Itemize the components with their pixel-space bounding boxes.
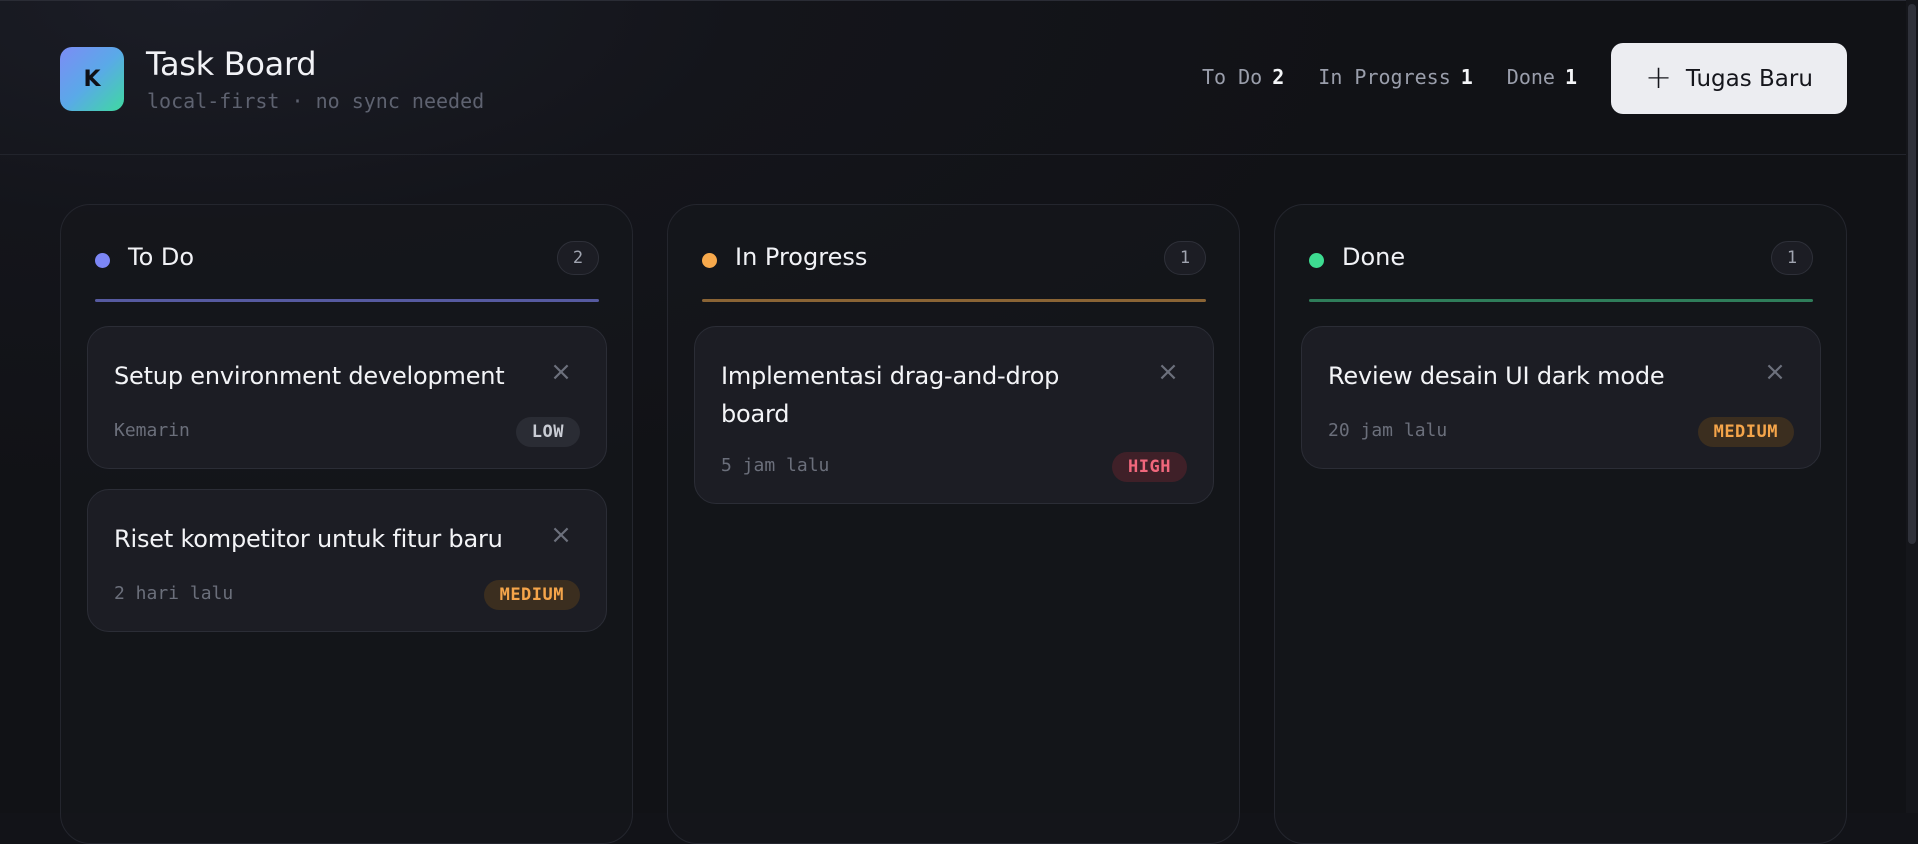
new-task-label: Tugas Baru bbox=[1685, 65, 1813, 92]
task-card[interactable]: Setup environment development × Kemarin … bbox=[87, 326, 607, 469]
column-divider bbox=[1309, 299, 1813, 302]
column-divider bbox=[702, 299, 1206, 302]
task-card[interactable]: Riset kompetitor untuk fitur baru × 2 ha… bbox=[87, 489, 607, 632]
stat-done: Done 1 bbox=[1507, 65, 1577, 89]
task-title: Setup environment development bbox=[114, 362, 505, 390]
task-title: Review desain UI dark mode bbox=[1328, 362, 1665, 390]
column-header: In Progress 1 bbox=[702, 241, 1206, 301]
stat-count: 1 bbox=[1460, 65, 1473, 89]
column-done: Done 1 Review desain UI dark mode × 20 j… bbox=[1274, 204, 1847, 844]
column-count-badge: 1 bbox=[1164, 241, 1206, 275]
column-title: Done bbox=[1342, 243, 1406, 271]
column-divider bbox=[95, 299, 599, 302]
app-logo: K bbox=[60, 47, 124, 111]
status-summary: To Do 2 In Progress 1 Done 1 bbox=[1202, 65, 1577, 89]
status-dot bbox=[95, 253, 110, 268]
stat-count: 2 bbox=[1272, 65, 1285, 89]
column-todo: To Do 2 Setup environment development × … bbox=[60, 204, 633, 844]
column-title: To Do bbox=[128, 243, 195, 271]
stat-in-progress: In Progress 1 bbox=[1318, 65, 1473, 89]
new-task-button[interactable]: + Tugas Baru bbox=[1611, 43, 1847, 114]
task-time: 20 jam lalu bbox=[1328, 420, 1448, 441]
stat-label: To Do bbox=[1202, 65, 1263, 89]
column-count-badge: 2 bbox=[557, 241, 599, 275]
app-header: K Task Board local-first · no sync neede… bbox=[0, 0, 1918, 155]
column-count-badge: 1 bbox=[1771, 241, 1813, 275]
task-time: Kemarin bbox=[114, 420, 190, 441]
priority-badge: MEDIUM bbox=[1697, 417, 1794, 447]
stat-todo: To Do 2 bbox=[1202, 65, 1284, 89]
app-subtitle: local-first · no sync needed bbox=[147, 89, 485, 113]
task-card[interactable]: Implementasi drag-and-drop board × 5 jam… bbox=[694, 326, 1214, 504]
priority-badge: LOW bbox=[515, 417, 580, 447]
close-icon[interactable]: × bbox=[550, 359, 572, 385]
app-title: Task Board bbox=[146, 45, 317, 83]
page-scrollbar[interactable] bbox=[1906, 0, 1918, 813]
column-header: Done 1 bbox=[1309, 241, 1813, 301]
close-icon[interactable]: × bbox=[1157, 359, 1179, 385]
task-title: Riset kompetitor untuk fitur baru bbox=[114, 525, 503, 553]
task-card[interactable]: Review desain UI dark mode × 20 jam lalu… bbox=[1301, 326, 1821, 469]
priority-badge: HIGH bbox=[1112, 452, 1187, 482]
column-in-progress: In Progress 1 Implementasi drag-and-drop… bbox=[667, 204, 1240, 844]
priority-badge: MEDIUM bbox=[483, 580, 580, 610]
close-icon[interactable]: × bbox=[550, 522, 572, 548]
column-header: To Do 2 bbox=[95, 241, 599, 301]
stat-label: Done bbox=[1506, 65, 1555, 89]
status-dot bbox=[702, 253, 717, 268]
task-title: Implementasi drag-and-drop board bbox=[721, 362, 1060, 428]
stat-label: In Progress bbox=[1318, 65, 1451, 89]
task-time: 2 hari lalu bbox=[114, 583, 234, 604]
task-time: 5 jam lalu bbox=[721, 455, 830, 476]
stat-count: 1 bbox=[1564, 65, 1577, 89]
plus-icon: + bbox=[1645, 58, 1672, 96]
column-title: In Progress bbox=[735, 243, 868, 271]
close-icon[interactable]: × bbox=[1764, 359, 1786, 385]
status-dot bbox=[1309, 253, 1324, 268]
scrollbar-thumb[interactable] bbox=[1908, 4, 1916, 544]
